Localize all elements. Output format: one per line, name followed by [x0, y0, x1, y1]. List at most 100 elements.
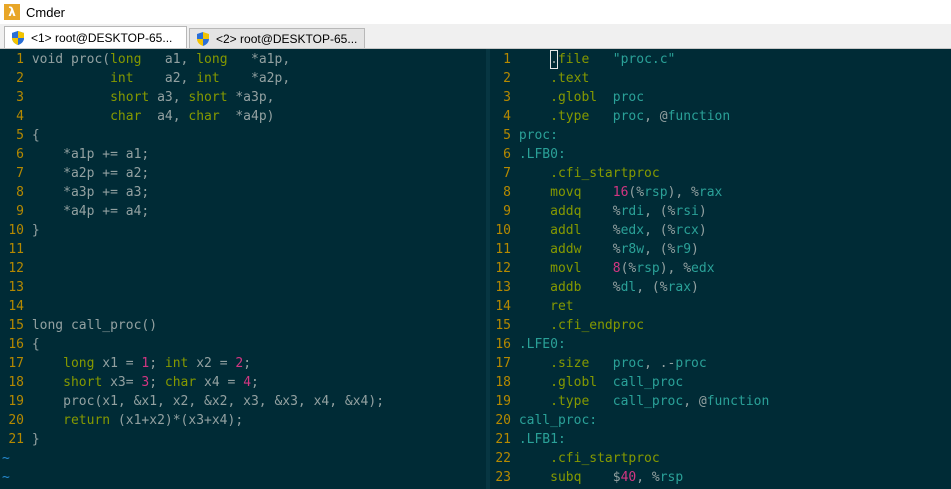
editor-pane-right[interactable]: 1 .file "proc.c" 2 .text 3 .globl proc 4 .t… — [490, 49, 951, 489]
code-token: a4, — [141, 109, 189, 124]
cmder-lambda-icon: λ — [4, 4, 20, 20]
code-token: .type — [550, 109, 590, 124]
line-number: 10 — [8, 223, 24, 238]
code-line: 14 ret — [490, 297, 574, 316]
code-token: x4 = — [196, 375, 244, 390]
code-line: 17 .size proc, .-proc — [490, 354, 706, 373]
code-text: *a4p += a4; — [32, 204, 149, 219]
code-token: char — [110, 109, 142, 124]
code-text: short a3, short *a3p, — [32, 90, 274, 105]
code-line: 5 proc: — [490, 126, 558, 145]
code-text: .globl call_proc — [519, 375, 683, 390]
code-token: , (% — [644, 242, 676, 257]
code-line: 9 *a4p += a4; — [0, 202, 149, 221]
code-line: 7 .cfi_startproc — [490, 164, 660, 183]
line-number: 14 — [8, 299, 24, 314]
line-number: 1 — [503, 52, 511, 67]
code-line: 7 *a2p += a2; — [0, 164, 149, 183]
editor-pane-left[interactable]: 1 void proc(long a1, long *a1p, 2 int a2,… — [0, 49, 486, 489]
code-line: 6 *a1p += a1; — [0, 145, 149, 164]
code-token: { — [31, 128, 40, 143]
code-text: .cfi_startproc — [519, 451, 660, 466]
code-token: .size — [550, 356, 590, 371]
code-text: .globl proc — [519, 90, 644, 105]
code-token: *a3p += a3; — [31, 185, 150, 200]
line-number: 12 — [495, 261, 511, 276]
code-text: ret — [519, 299, 574, 314]
tab-bar: <1> root@DESKTOP-65... <2> root@DESKTOP-… — [0, 24, 951, 49]
code-token: , (% — [644, 223, 676, 238]
code-token: rax — [667, 280, 692, 295]
code-token: *a4p) — [219, 109, 275, 124]
code-line: 20 call_proc: — [490, 411, 597, 430]
code-line: 12 — [0, 259, 32, 278]
line-number: 19 — [8, 394, 24, 409]
line-number: 9 — [503, 204, 511, 219]
code-token: long call_proc() — [31, 318, 158, 333]
code-token: (% — [628, 185, 645, 200]
code-token: $ — [581, 470, 621, 485]
code-text: movq 16(%rsp), %rax — [519, 185, 722, 200]
code-token: addb — [550, 280, 582, 295]
code-line: 8 *a3p += a3; — [0, 183, 149, 202]
code-token: 16 — [612, 185, 629, 200]
code-token: 4 — [243, 375, 252, 390]
line-number: 8 — [503, 185, 511, 200]
code-token: 40 — [620, 470, 637, 485]
code-token: % — [581, 242, 621, 257]
code-token: % — [581, 280, 621, 295]
code-token: .LFB1: — [518, 432, 566, 447]
code-token: rsp — [659, 470, 684, 485]
code-token: ret — [550, 299, 574, 314]
code-token: ; — [243, 356, 252, 371]
line-number: 16 — [8, 337, 24, 352]
code-token: , @ — [644, 109, 668, 124]
code-line: 10 addl %edx, (%rcx) — [490, 221, 706, 240]
tab-console-1[interactable]: <1> root@DESKTOP-65... — [4, 26, 187, 48]
line-number: 11 — [495, 242, 511, 257]
line-number: 10 — [495, 223, 511, 238]
code-line: 21 } — [0, 430, 39, 449]
line-number: 16 — [495, 337, 511, 352]
line-number: 13 — [495, 280, 511, 295]
code-token: ) — [698, 204, 707, 219]
tab-console-2[interactable]: <2> root@DESKTOP-65... — [189, 28, 365, 48]
code-token: x3= — [102, 375, 142, 390]
line-number: 7 — [16, 166, 24, 181]
code-text: .LFE0: — [519, 337, 566, 352]
code-line: 13 — [0, 278, 32, 297]
code-token: addq — [550, 204, 582, 219]
code-text: .cfi_startproc — [519, 166, 660, 181]
code-line: 3 .globl proc — [490, 88, 644, 107]
text-cursor: . — [550, 50, 558, 69]
code-token: rsp — [636, 261, 660, 276]
code-token: addl — [550, 223, 582, 238]
line-number: 15 — [495, 318, 511, 333]
code-token: ; — [251, 375, 259, 390]
code-token: .cfi_startproc — [550, 451, 660, 466]
code-token: edx — [691, 261, 715, 276]
line-number: 6 — [503, 147, 511, 162]
line-number: 15 — [8, 318, 24, 333]
code-token: } — [31, 223, 40, 238]
code-token: function — [706, 394, 770, 409]
code-token: 2 — [235, 356, 244, 371]
line-number: 18 — [8, 375, 24, 390]
line-number: 3 — [16, 90, 24, 105]
code-text: .file "proc.c" — [519, 50, 675, 69]
code-token: rsp — [644, 185, 668, 200]
code-token: , (% — [644, 204, 676, 219]
line-number: 4 — [16, 109, 24, 124]
code-token: subq — [550, 470, 582, 485]
code-token: rsi — [675, 204, 699, 219]
